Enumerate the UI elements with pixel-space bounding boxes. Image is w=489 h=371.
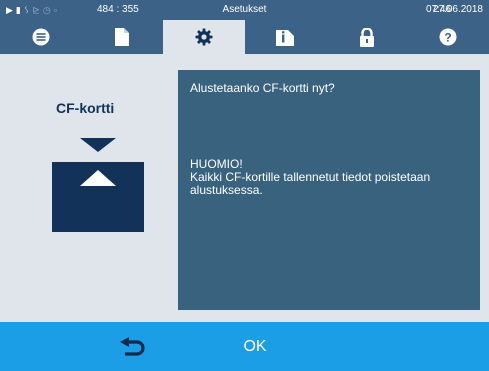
cf-card-format-icon [52,138,144,232]
screen-title: Asetukset [222,4,267,15]
gear-icon [195,28,213,46]
document-icon [115,28,130,46]
info-icon [276,30,295,46]
tab-document[interactable] [82,20,164,54]
bottom-bar: OK [0,322,489,371]
clock-date: 27.06.2018 [432,4,483,15]
status-bar: ▶ ▮ ᛊ ⊵ ◷ ▫ 484 : 355 Asetukset 07:46 27… [0,0,489,20]
tab-menu[interactable] [0,20,82,54]
lock-icon [359,27,374,47]
tab-info[interactable] [245,20,327,54]
message-panel: Alustetaanko CF-kortti nyt? HUOMIO! Kaik… [178,70,480,310]
tab-lock[interactable] [326,20,408,54]
warning-line-2: alustuksessa. [190,183,263,197]
back-button[interactable] [110,332,156,362]
help-icon: ? [439,28,457,46]
list-icon [32,28,50,46]
warning-text: HUOMIO! Kaikki CF-kortille tallennetut t… [190,158,480,197]
section-title: CF-kortti [56,100,115,116]
device-screen: ▶ ▮ ᛊ ⊵ ◷ ▫ 484 : 355 Asetukset 07:46 27… [0,0,489,371]
back-arrow-icon [120,337,145,356]
svg-text:?: ? [445,31,452,45]
tab-bar: ? [0,20,489,54]
content-area: CF-kortti Alustetaanko CF-kortti nyt? HU… [0,54,489,322]
ok-button[interactable]: OK [225,332,285,362]
tab-settings[interactable] [163,20,245,54]
question-text: Alustetaanko CF-kortti nyt? [190,81,335,95]
tab-help[interactable]: ? [408,20,489,54]
